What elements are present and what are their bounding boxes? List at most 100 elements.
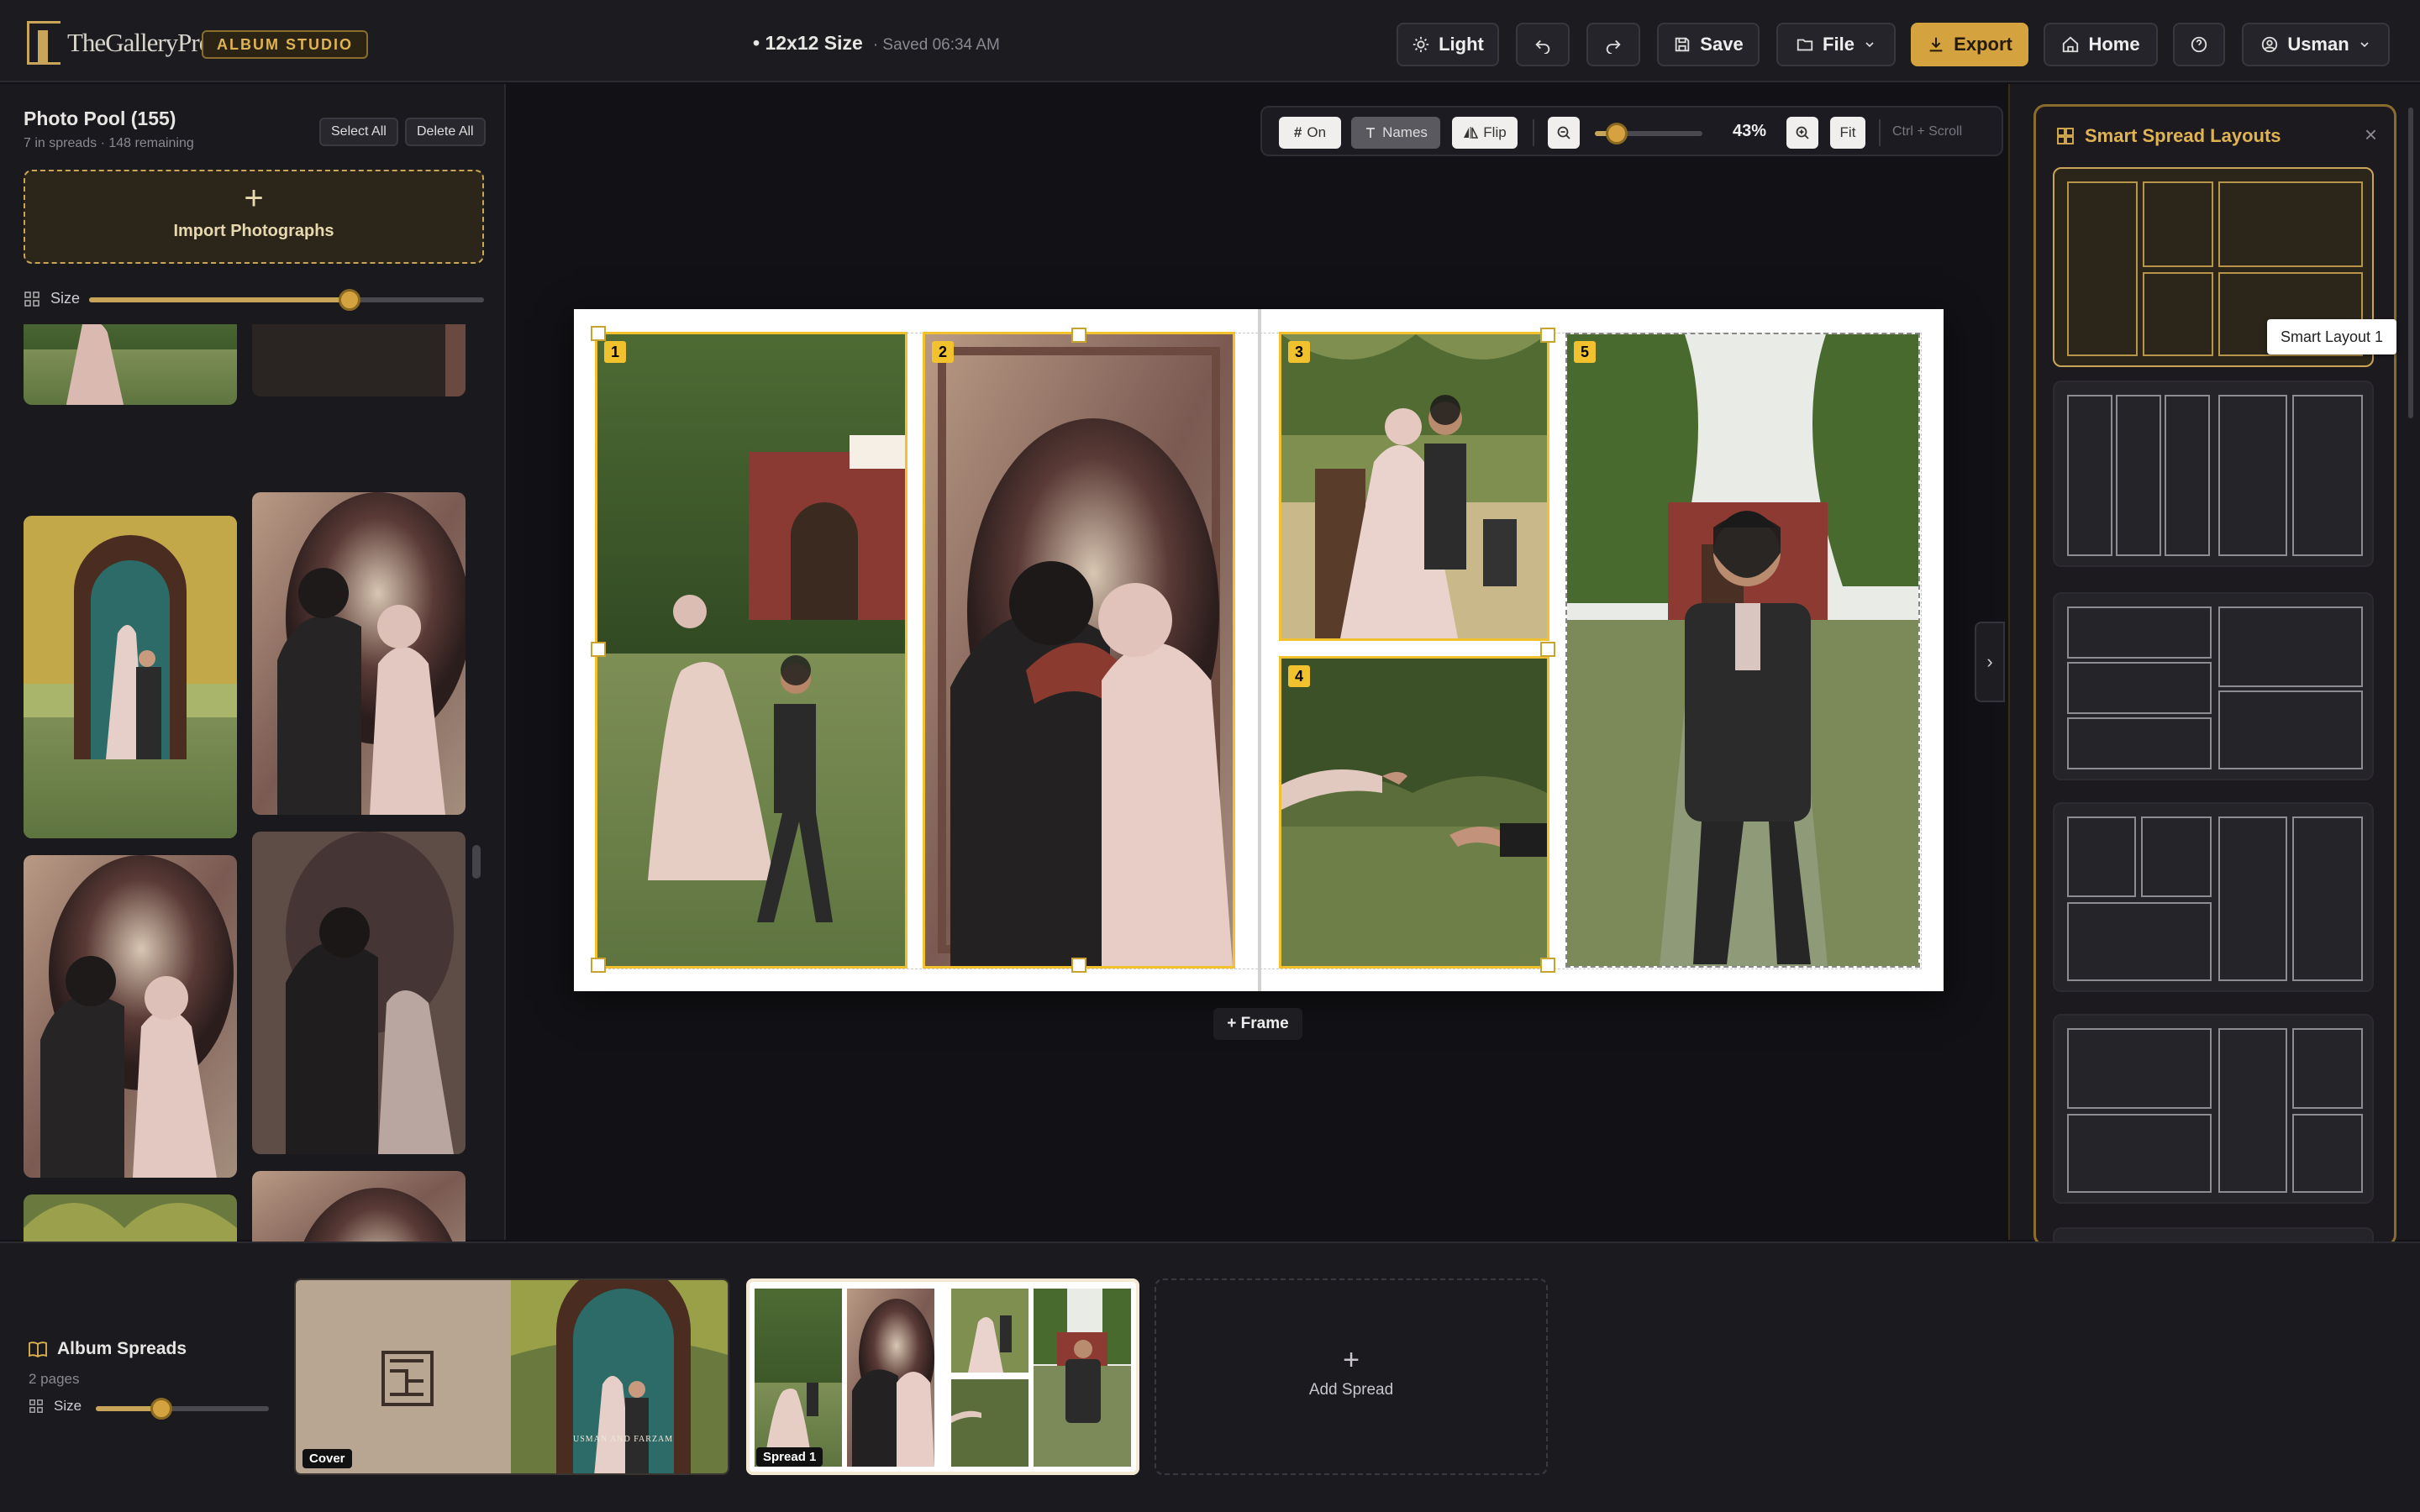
cover-caption: USMAN AND FARZAM [573, 1435, 674, 1444]
resize-handle[interactable] [591, 958, 606, 973]
grid-toggle-button[interactable]: # On [1279, 117, 1341, 149]
size-label: Size [50, 290, 81, 307]
photo-pool-subtitle: 7 in spreads · 148 remaining [24, 136, 194, 150]
zoom-slider[interactable] [1595, 123, 1702, 144]
delete-all-button[interactable]: Delete All [405, 118, 486, 146]
spread-card-1[interactable]: Spread 1 [746, 1278, 1139, 1475]
zoom-in-button[interactable] [1786, 117, 1818, 149]
smart-layout-3[interactable] [2053, 592, 2374, 780]
photo-frame-3[interactable]: 3 [1279, 332, 1549, 641]
user-name: Usman [2287, 34, 2349, 55]
smart-layouts-container: Smart Spread Layouts × [2033, 104, 2396, 1247]
frame-number: 1 [604, 341, 626, 363]
resize-handle[interactable] [591, 642, 606, 657]
add-frame-button[interactable]: + Frame [1213, 1008, 1302, 1040]
layouts-scrollbar[interactable] [2408, 108, 2413, 418]
save-button[interactable]: Save [1657, 23, 1760, 66]
home-icon [2063, 36, 2079, 53]
resize-handle[interactable] [1071, 958, 1086, 973]
resize-handle[interactable] [1540, 958, 1555, 973]
photo-thumbnail[interactable] [252, 832, 466, 1154]
photo-thumbnail[interactable] [24, 516, 237, 838]
sun-icon [1413, 36, 1429, 53]
export-button[interactable]: Export [1911, 23, 2028, 66]
right-panel-toggle[interactable]: › [1975, 622, 2005, 702]
undo-button[interactable] [1516, 23, 1570, 66]
top-bar: TheGalleryPro ALBUM STUDIO • 12x12 Size ·… [0, 0, 2420, 82]
zoom-out-icon [1557, 126, 1570, 139]
slider-knob[interactable] [1605, 123, 1628, 144]
smart-layout-4[interactable] [2053, 802, 2374, 992]
smart-layout-5[interactable] [2053, 1014, 2374, 1204]
thumbnail-size-slider[interactable] [89, 289, 484, 311]
spread-card-label: Cover [302, 1449, 352, 1468]
album-spread-canvas[interactable]: 1 2 3 4 5 [574, 309, 1944, 991]
frame-number: 3 [1288, 341, 1310, 363]
plus-icon: + [1343, 1344, 1360, 1376]
select-all-button[interactable]: Select All [319, 118, 398, 146]
album-spreads-header: Album Spreads [29, 1339, 187, 1359]
redo-button[interactable] [1586, 23, 1640, 66]
logo-text: TheGalleryPro [67, 28, 212, 57]
document-info: • 12x12 Size · Saved 06:34 AM [753, 32, 1000, 55]
zoom-level: 43% [1733, 122, 1767, 140]
slider-knob[interactable] [339, 289, 361, 311]
import-photographs-button[interactable]: + Import Photographs [24, 170, 484, 264]
zoom-out-button[interactable] [1548, 117, 1580, 149]
slider-fill [89, 297, 350, 302]
spread-card-cover[interactable]: USMAN AND FARZAM Cover [294, 1278, 729, 1475]
user-menu-button[interactable]: Usman [2242, 23, 2390, 66]
close-icon[interactable]: × [2365, 122, 2377, 148]
photo-pool-scrollbar[interactable] [472, 845, 481, 879]
album-studio-badge: ALBUM STUDIO [202, 30, 368, 59]
smart-layout-2[interactable] [2053, 381, 2374, 567]
fit-button[interactable]: Fit [1830, 117, 1865, 149]
album-spreads-bar: Album Spreads 2 pages Size USMAN AND FAR… [0, 1242, 2420, 1512]
photo-frame-1[interactable]: 1 [595, 332, 908, 969]
photo-frame-4[interactable]: 4 [1279, 656, 1549, 969]
folder-icon [1797, 39, 1813, 51]
home-button[interactable]: Home [2044, 23, 2158, 66]
flip-button[interactable]: Flip [1452, 117, 1518, 149]
photo-frame-2[interactable]: 2 [923, 332, 1235, 969]
photo-frame-5[interactable]: 5 [1565, 333, 1920, 968]
photo-thumbnail[interactable] [24, 855, 237, 1178]
resize-handle[interactable] [1540, 642, 1555, 657]
photo-thumbnail[interactable] [24, 324, 237, 405]
toolbar-divider [1533, 119, 1534, 146]
redo-icon [1606, 39, 1621, 54]
text-icon [1366, 128, 1376, 138]
chevron-down-icon [2360, 42, 2369, 48]
logo-icon [27, 21, 60, 65]
file-menu-button[interactable]: File [1776, 23, 1896, 66]
slider-knob[interactable] [150, 1398, 173, 1420]
import-label: Import Photographs [173, 222, 334, 240]
canvas-toolbar: # On Names Flip 43% Fit Ctrl + Scroll [1260, 106, 2003, 156]
resize-handle[interactable] [1071, 328, 1086, 343]
resize-handle[interactable] [1540, 328, 1555, 343]
spread-size-slider[interactable] [96, 1398, 269, 1420]
flip-label: Flip [1483, 124, 1507, 140]
resize-handle[interactable] [591, 326, 606, 341]
spread-card-label: Spread 1 [756, 1447, 823, 1467]
help-button[interactable] [2173, 23, 2225, 66]
smart-layouts-header: Smart Spread Layouts [2056, 125, 2281, 147]
photo-thumbnail[interactable] [252, 324, 466, 396]
photo-pool-panel: Photo Pool (155) 7 in spreads · 148 rema… [0, 84, 506, 1302]
chevron-down-icon [1865, 42, 1874, 48]
save-icon [1676, 37, 1690, 52]
light-theme-button[interactable]: Light [1397, 23, 1499, 66]
add-spread-button[interactable]: + Add Spread [1155, 1278, 1548, 1475]
photo-thumbnail[interactable] [252, 492, 466, 815]
photo-pool-grid [24, 324, 469, 1302]
names-toggle-button[interactable]: Names [1351, 117, 1440, 149]
grid-toggle-label: On [1307, 124, 1327, 140]
flip-icon [1464, 127, 1479, 139]
hash-icon: # [1293, 124, 1302, 140]
light-label: Light [1439, 34, 1484, 55]
book-icon [29, 1341, 47, 1357]
app-logo[interactable]: TheGalleryPro [27, 20, 212, 66]
export-label: Export [1954, 34, 2012, 55]
thumbnail-size-control: Size [24, 287, 484, 312]
spread-spine [1258, 309, 1261, 991]
